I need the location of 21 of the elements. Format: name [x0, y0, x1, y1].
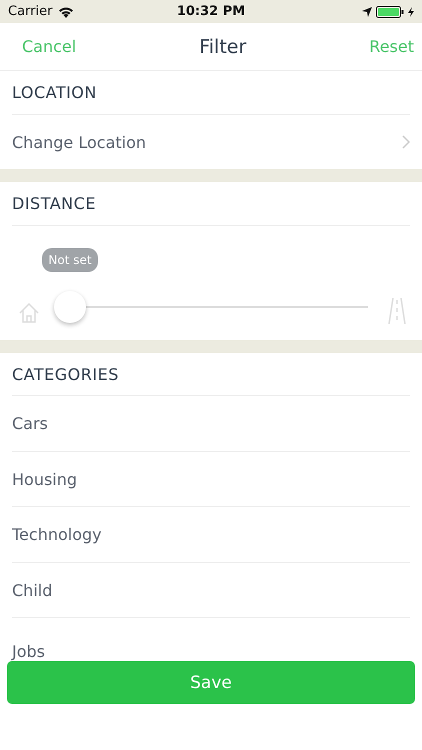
section-header: CATEGORIES — [12, 364, 119, 384]
section-header: LOCATION — [12, 82, 97, 102]
carrier-label: Carrier — [8, 4, 52, 20]
screen-title: Filter — [199, 36, 246, 58]
value-tooltip: Not set — [42, 248, 98, 272]
change-location-row[interactable]: Change Location — [12, 114, 410, 170]
house-icon — [18, 302, 40, 324]
road-icon — [388, 298, 406, 324]
battery-icon — [376, 6, 404, 18]
category-row[interactable]: Technology — [12, 507, 410, 563]
location-arrow-icon — [362, 6, 372, 17]
category-row[interactable]: Cars — [12, 396, 410, 452]
category-row[interactable]: Child — [12, 562, 410, 618]
clock: 10:32 PM — [176, 4, 246, 20]
chevron-right-icon — [402, 135, 410, 150]
slider-thumb[interactable] — [54, 290, 86, 323]
charging-icon — [408, 6, 414, 17]
section-header: DISTANCE — [12, 194, 96, 213]
wifi-icon — [58, 6, 74, 18]
category-row[interactable]: Housing — [12, 452, 410, 508]
category-row[interactable]: Jobs — [12, 618, 410, 662]
